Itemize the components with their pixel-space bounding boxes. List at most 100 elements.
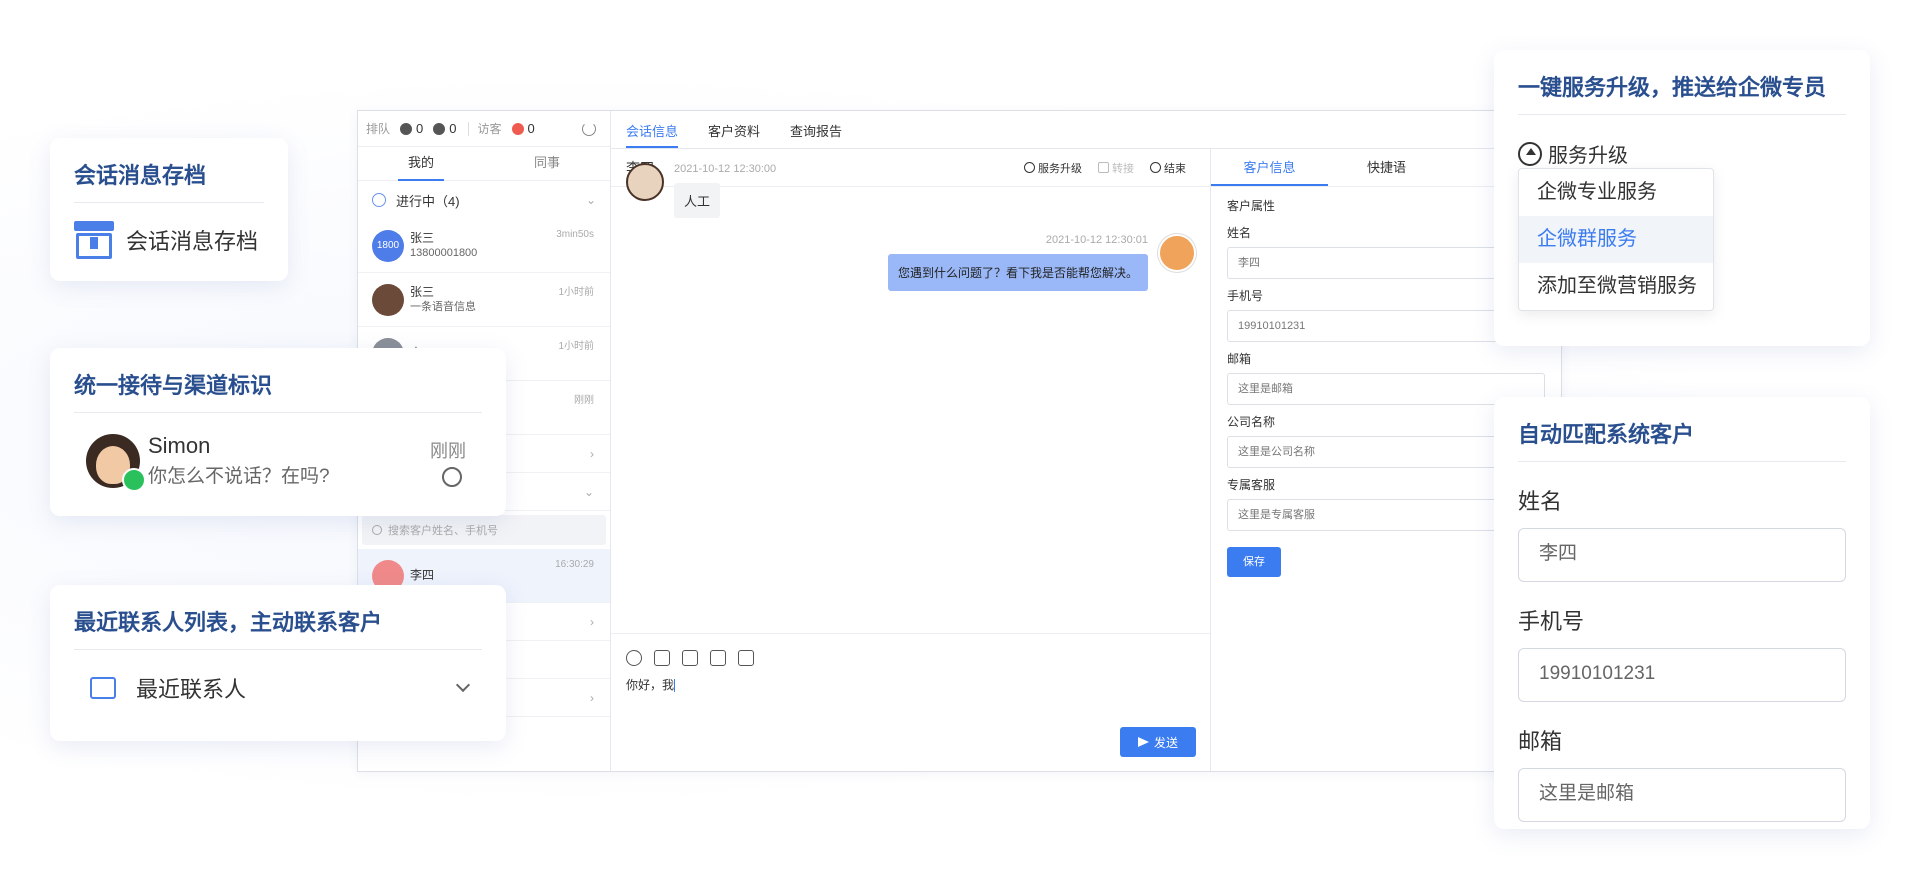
tab-quick-phrases[interactable]: 快捷语 bbox=[1328, 149, 1445, 186]
contact-sub: 13800001800 bbox=[410, 246, 478, 259]
menu-item-micro-marketing[interactable]: 添加至微营销服务 bbox=[1519, 263, 1713, 310]
archive-label: 会话消息存档 bbox=[126, 229, 259, 254]
contact-name: Simon bbox=[148, 433, 211, 458]
top-tabs: 会话信息 客户资料 查询报告 bbox=[611, 111, 1563, 149]
divider bbox=[1518, 114, 1846, 115]
conv-time: 1小时前 bbox=[558, 287, 594, 298]
emoji-icon[interactable] bbox=[626, 650, 642, 666]
visitor-count: 0 bbox=[527, 121, 535, 136]
divider bbox=[468, 121, 470, 136]
phone-field[interactable]: 19910101231 bbox=[1518, 648, 1846, 702]
contact-time: 刚刚 bbox=[430, 441, 466, 461]
card-title: 最近联系人列表，主动联系客户 bbox=[74, 610, 383, 635]
message-bubble: 您遇到什么问题了？看下我是否能帮您解决。 bbox=[887, 254, 1148, 291]
field-label: 邮箱 bbox=[1518, 729, 1563, 754]
conv-time: 1小时前 bbox=[558, 341, 594, 352]
image-icon[interactable] bbox=[654, 650, 670, 666]
card-title: 一键服务升级，推送给企微专员 bbox=[1518, 75, 1827, 100]
list-item[interactable]: 张三 一条语音信息 1小时前 bbox=[358, 273, 610, 327]
refresh-icon[interactable] bbox=[582, 121, 596, 136]
contact-name: 张三 bbox=[410, 230, 435, 245]
card-title: 统一接待与渠道标识 bbox=[74, 373, 273, 398]
contact-row[interactable]: Simon 你怎么不说话？在吗? 刚刚 bbox=[74, 433, 482, 492]
field-label: 邮箱 bbox=[1227, 352, 1252, 366]
send-label: 发送 bbox=[1153, 735, 1178, 750]
tab-query-report[interactable]: 查询报告 bbox=[790, 121, 842, 148]
phone-count: 0 bbox=[416, 121, 424, 136]
card-archive: 会话消息存档 会话消息存档 bbox=[50, 138, 288, 281]
group-in-progress[interactable]: 进行中（4) ⌄ bbox=[358, 181, 610, 219]
visitor-queue[interactable]: 0 bbox=[511, 121, 535, 136]
avatar bbox=[372, 283, 404, 316]
contact-name: 张三 bbox=[410, 284, 435, 299]
search-placeholder: 搜索客户姓名、手机号 bbox=[388, 525, 498, 537]
tab-colleagues[interactable]: 同事 bbox=[484, 147, 610, 180]
service-upgrade-button[interactable]: 服务升级 bbox=[1024, 160, 1082, 176]
action-label: 服务升级 bbox=[1038, 162, 1082, 175]
search-icon bbox=[372, 525, 382, 535]
power-icon bbox=[1150, 162, 1161, 173]
divider bbox=[1518, 461, 1846, 462]
divider bbox=[74, 649, 482, 650]
visitor-icon bbox=[511, 122, 524, 135]
list-item[interactable]: 1800 张三 13800001800 3min50s bbox=[358, 219, 610, 273]
composer-toolbar bbox=[611, 634, 1210, 674]
search-input[interactable]: 搜索客户姓名、手机号 bbox=[362, 515, 606, 545]
chat-panel: 李四 服务升级 转接 结束 2021-10-12 12:30:00 人工 202… bbox=[611, 149, 1211, 771]
action-label: 结束 bbox=[1164, 162, 1186, 175]
avatar bbox=[1158, 234, 1196, 272]
divider bbox=[74, 202, 264, 203]
archive-icon bbox=[74, 221, 114, 259]
card-recent: 最近联系人列表，主动联系客户 最近联系人 bbox=[50, 585, 506, 741]
transfer-button[interactable]: 转接 bbox=[1098, 160, 1134, 176]
name-field[interactable]: 李四 bbox=[1518, 528, 1846, 582]
app-window: 排队 0 0 访客 0 我的 同事 进行中（4) ⌄ 1800 张三 138000… bbox=[357, 110, 1563, 772]
email-field[interactable]: 这里是邮箱 bbox=[1518, 768, 1846, 822]
message-bubble: 人工 bbox=[674, 183, 721, 218]
recent-label: 最近联系人 bbox=[136, 677, 247, 702]
card-title: 自动匹配系统客户 bbox=[1518, 422, 1695, 447]
card-title: 会话消息存档 bbox=[74, 163, 207, 188]
star-icon[interactable] bbox=[738, 650, 754, 666]
send-icon bbox=[1137, 737, 1149, 747]
sidebar-tabs: 我的 同事 bbox=[358, 147, 610, 181]
transfer-icon bbox=[1098, 162, 1109, 173]
avatar bbox=[626, 163, 664, 201]
contact-name: 李四 bbox=[410, 568, 435, 582]
queue-label: 排队 bbox=[366, 122, 391, 136]
chat-queue[interactable]: 0 bbox=[433, 121, 456, 136]
visitor-label: 访客 bbox=[477, 122, 502, 136]
service-upgrade-trigger[interactable]: 服务升级 bbox=[1518, 139, 1846, 168]
menu-item-wecom-pro[interactable]: 企微专业服务 bbox=[1519, 169, 1713, 216]
recent-contacts-dropdown[interactable]: 最近联系人 bbox=[74, 672, 482, 704]
channel-icon bbox=[442, 467, 462, 487]
conv-time: 16:30:29 bbox=[555, 559, 594, 570]
end-button[interactable]: 结束 bbox=[1150, 160, 1186, 176]
folder-icon[interactable] bbox=[682, 650, 698, 666]
upgrade-icon bbox=[1518, 141, 1542, 166]
group-label: 进行中（4) bbox=[396, 193, 460, 209]
composer: 你好，我 发送 bbox=[611, 633, 1210, 771]
archive-item[interactable]: 会话消息存档 bbox=[74, 221, 264, 259]
upgrade-label: 服务升级 bbox=[1548, 145, 1628, 167]
send-button[interactable]: 发送 bbox=[1120, 727, 1196, 757]
tab-customer-info[interactable]: 客户信息 bbox=[1211, 149, 1328, 186]
phone-icon bbox=[400, 122, 413, 135]
lightning-icon[interactable] bbox=[710, 650, 726, 666]
queue-bar: 排队 0 0 访客 0 bbox=[358, 111, 610, 147]
message-time: 2021-10-12 12:30:00 bbox=[674, 163, 777, 175]
chevron-down-icon: ⌄ bbox=[585, 193, 596, 207]
tab-session-info[interactable]: 会话信息 bbox=[626, 121, 679, 148]
divider bbox=[74, 412, 482, 413]
text-caret bbox=[674, 679, 676, 693]
save-button[interactable]: 保存 bbox=[1227, 547, 1281, 577]
message-input[interactable]: 你好，我 bbox=[611, 674, 1210, 695]
card-upgrade: 一键服务升级，推送给企微专员 服务升级 企微专业服务 企微群服务 添加至微营销服… bbox=[1494, 50, 1870, 346]
tab-mine[interactable]: 我的 bbox=[358, 147, 484, 181]
contact-sub: 一条语音信息 bbox=[410, 300, 476, 313]
menu-item-wecom-group[interactable]: 企微群服务 bbox=[1519, 216, 1713, 263]
phone-queue[interactable]: 0 bbox=[400, 121, 423, 136]
tab-customer-profile[interactable]: 客户资料 bbox=[708, 121, 760, 148]
conv-time: 刚刚 bbox=[574, 395, 594, 406]
upgrade-menu: 企微专业服务 企微群服务 添加至微营销服务 bbox=[1518, 168, 1714, 311]
